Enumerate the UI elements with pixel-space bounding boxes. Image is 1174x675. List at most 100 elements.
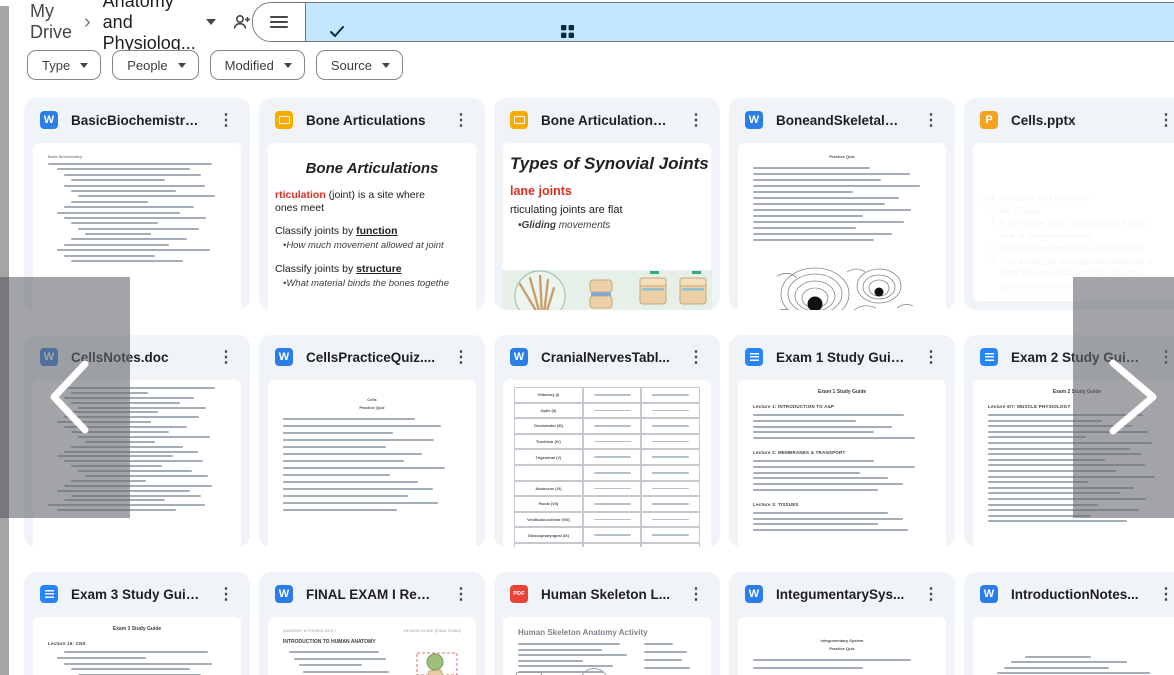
- text-line-placeholder: [1011, 661, 1127, 663]
- chip-label: Source: [331, 58, 372, 73]
- text-line-placeholder: [71, 668, 190, 670]
- file-card-human-skeleton[interactable]: PDF Human Skeleton L... ⋮ Human Skeleton…: [494, 572, 720, 675]
- slide-text: 3. The activity of an organism depends o: [990, 255, 1174, 268]
- file-thumbnail: [972, 616, 1174, 675]
- text-line-placeholder: [753, 512, 888, 514]
- chevron-down-icon: [382, 63, 390, 68]
- more-options-icon[interactable]: ⋮: [449, 110, 473, 130]
- text-line-placeholder: [64, 255, 155, 257]
- text-line-placeholder: [64, 663, 212, 665]
- file-name: Cells.pptx: [1011, 113, 1141, 128]
- text-line-placeholder: [71, 190, 176, 192]
- text-line-placeholder: [753, 426, 892, 428]
- thumb-heading: Cells: [283, 397, 461, 403]
- slide-title: Cells: [978, 160, 1174, 177]
- more-options-icon[interactable]: ⋮: [214, 110, 238, 130]
- more-options-icon[interactable]: ⋮: [449, 347, 473, 367]
- word-file-icon: W: [745, 585, 763, 603]
- text-line-placeholder: [644, 643, 673, 645]
- file-card-bone-articulations-2[interactable]: Bone Articulations... ⋮ Types of Synovia…: [494, 98, 720, 310]
- word-file-icon: W: [40, 111, 58, 129]
- word-file-icon: W: [980, 585, 998, 603]
- text-line-placeholder: [594, 441, 631, 443]
- table-row-label: Glossopharyngeal (IX): [514, 527, 583, 543]
- breadcrumb-current-folder[interactable]: Anatomy and Physiolog...: [103, 0, 196, 54]
- powerpoint-file-icon: P: [980, 111, 998, 129]
- file-card-cranialnervestable[interactable]: W CranialNervesTabl... ⋮ Olfactory (I)Op…: [494, 335, 720, 547]
- more-options-icon[interactable]: ⋮: [214, 347, 238, 367]
- thumb-header-row: ANATOMY & PHYSIOLOGY I REVIEW GUIDE (FIN…: [283, 628, 461, 633]
- text-line-placeholder: [652, 441, 689, 443]
- section-heading: Lecture 15: CNS: [48, 641, 226, 646]
- slide-text: 2. All cells come from pre-existing cell…: [990, 242, 1174, 255]
- more-options-icon[interactable]: ⋮: [919, 110, 943, 130]
- folder-actions-caret-icon[interactable]: [206, 19, 216, 25]
- text-line-placeholder: [594, 394, 631, 396]
- more-options-icon[interactable]: ⋮: [214, 584, 238, 604]
- file-card-final-exam-review[interactable]: W FINAL EXAM I Revi... ⋮ ANATOMY & PHYSI…: [259, 572, 485, 675]
- text-line-placeholder: [652, 488, 689, 490]
- slide-text: ones meet: [275, 202, 469, 215]
- table-cell: [641, 543, 700, 547]
- slide-title: Bone Articulations: [275, 160, 469, 177]
- file-name: BasicBiochemistry...: [71, 113, 201, 128]
- text-line-placeholder: [57, 168, 191, 170]
- file-card-cellspracticequiz[interactable]: W CellsPracticeQuiz.... ⋮ Cells Practice…: [259, 335, 485, 547]
- file-card-bone-articulations[interactable]: Bone Articulations ⋮ Bone Articulations …: [259, 98, 485, 310]
- more-options-icon[interactable]: ⋮: [449, 584, 473, 604]
- file-name: FINAL EXAM I Revi...: [306, 587, 436, 602]
- table-cell: [583, 403, 642, 419]
- text-line-placeholder: [518, 643, 620, 645]
- thumb-heading: Integumentary System: [753, 638, 931, 644]
- word-file-icon: W: [745, 111, 763, 129]
- file-thumbnail: Integumentary System Practice Quiz: [737, 616, 947, 675]
- text-line-placeholder: [78, 228, 199, 230]
- chevron-right-icon: [1073, 277, 1174, 518]
- file-card-boneandskeletalti[interactable]: W BoneandSkeletalTi... ⋮ Practice Quiz: [729, 98, 955, 310]
- table-cell: [583, 449, 642, 465]
- slide-text: lane joints: [510, 184, 704, 198]
- text-line-placeholder: [1025, 656, 1091, 658]
- filter-chip-people[interactable]: People: [112, 50, 198, 80]
- more-options-icon[interactable]: ⋮: [684, 110, 708, 130]
- chip-label: Modified: [225, 58, 274, 73]
- file-name: CellsPracticeQuiz....: [306, 350, 436, 365]
- more-options-icon[interactable]: ⋮: [1154, 584, 1174, 604]
- filter-chip-source[interactable]: Source: [316, 50, 403, 80]
- more-options-icon[interactable]: ⋮: [919, 584, 943, 604]
- table-row-label: Olfactory (I): [514, 387, 583, 403]
- list-view-button[interactable]: [253, 3, 305, 41]
- text-line-placeholder: [753, 179, 881, 181]
- chevron-down-icon: [178, 63, 186, 68]
- more-options-icon[interactable]: ⋮: [684, 584, 708, 604]
- slides-file-icon: [275, 111, 293, 129]
- table-cell: [583, 512, 642, 528]
- file-card-exam1-study-guide[interactable]: Exam 1 Study Guide ⋮ Exam 1 Study Guide …: [729, 335, 955, 547]
- filter-chip-modified[interactable]: Modified: [210, 50, 305, 80]
- filter-chip-type[interactable]: Type: [27, 50, 101, 80]
- table-row-label: Facial (VII): [514, 496, 583, 512]
- table-row-label: Vagus (X): [514, 543, 583, 547]
- shared-folder-icon[interactable]: [232, 13, 252, 31]
- carousel-previous-overlay[interactable]: [0, 277, 130, 518]
- text-line-placeholder: [283, 495, 408, 497]
- file-thumbnail: Cells Practice Quiz: [267, 379, 477, 547]
- file-thumbnail: Human Skeleton Anatomy Activity: [502, 616, 712, 675]
- more-options-icon[interactable]: ⋮: [684, 347, 708, 367]
- text-line-placeholder: [57, 212, 180, 214]
- text-line-placeholder: [78, 195, 215, 197]
- text-line-placeholder: [753, 215, 863, 217]
- file-card-integumentarysys[interactable]: W IntegumentarySys... ⋮ Integumentary Sy…: [729, 572, 955, 675]
- more-options-icon[interactable]: ⋮: [1154, 110, 1174, 130]
- carousel-next-overlay[interactable]: [1073, 277, 1174, 518]
- text-line-placeholder: [594, 456, 631, 458]
- file-card-exam3-study-guide[interactable]: Exam 3 Study Guide ⋮ Exam 3 Study Guide …: [24, 572, 250, 675]
- file-name: IntegumentarySys...: [776, 587, 906, 602]
- more-options-icon[interactable]: ⋮: [919, 347, 943, 367]
- grid-view-button[interactable]: [305, 3, 1174, 41]
- text-line-placeholder: [518, 660, 583, 662]
- file-name: Exam 1 Study Guide: [776, 350, 906, 365]
- file-thumbnail: Practice Quiz: [737, 142, 947, 310]
- breadcrumb-my-drive[interactable]: My Drive: [30, 1, 72, 43]
- file-card-introductionnotes[interactable]: W IntroductionNotes... ⋮: [964, 572, 1174, 675]
